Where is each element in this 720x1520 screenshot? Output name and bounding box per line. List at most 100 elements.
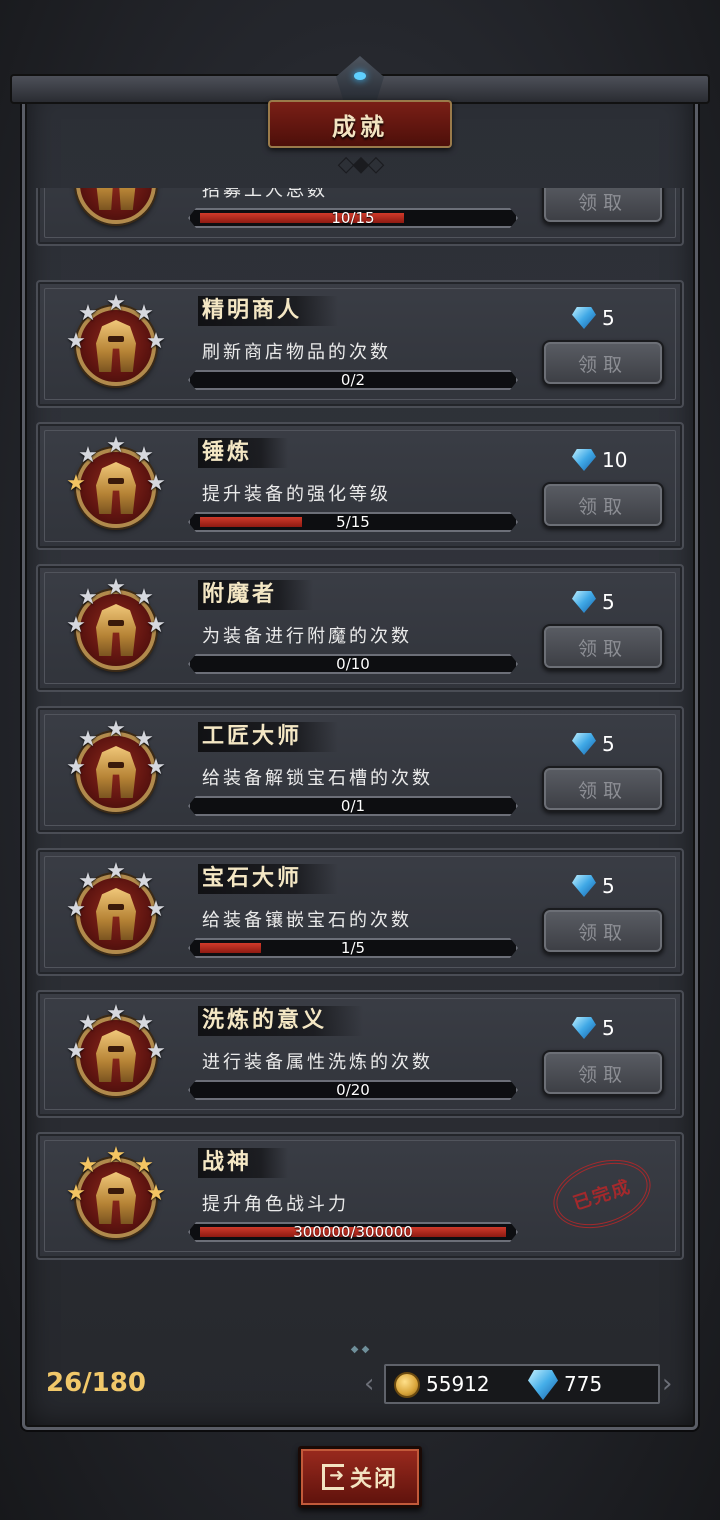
- helmet-badge-icon: ★ ★ ★ ★ ★: [66, 292, 166, 394]
- reward: 5: [572, 588, 615, 616]
- star-icon: ★: [66, 1039, 86, 1064]
- reward-value: 5: [602, 590, 615, 614]
- progress-text: 0/10: [336, 655, 370, 673]
- achievement-desc: 进行装备属性洗炼的次数: [202, 1052, 433, 1073]
- reward: 5: [572, 304, 615, 332]
- star-icon: ★: [78, 585, 98, 610]
- achievement-desc: 刷新商店物品的次数: [202, 342, 391, 363]
- progress-bar: 0/10: [188, 654, 518, 674]
- helmet-badge-icon: ★ ★ ★ ★ ★: [66, 860, 166, 962]
- achievement-desc: 为装备进行附魔的次数: [202, 626, 412, 647]
- helmet-visor: [108, 336, 124, 342]
- progress-bar: 0/20: [188, 1080, 518, 1100]
- star-icon: ★: [134, 301, 154, 326]
- progress-text: 0/2: [340, 371, 366, 389]
- achievement-card: ★ ★ ★ ★ ★ 招募工人总数 10/15 领取: [36, 188, 684, 246]
- achievement-card: ★ ★ ★ ★ ★ 宝石大师 给装备镶嵌宝石的次数 1/5 5 领取: [36, 848, 684, 976]
- helmet-visor: [108, 1188, 124, 1194]
- claim-button[interactable]: 领取: [542, 340, 664, 386]
- star-icon: ★: [106, 291, 126, 316]
- progress-bar: 0/1: [188, 796, 518, 816]
- footer-bar: 26/180 ‹ 55912 775 ›: [34, 1356, 686, 1416]
- close-label: 关闭: [349, 1467, 398, 1492]
- helmet-badge-icon: ★ ★ ★ ★ ★: [66, 188, 166, 232]
- reward: 5: [572, 872, 615, 900]
- knot-ornament: ◇◆◇: [337, 152, 385, 177]
- star-icon: ★: [106, 433, 126, 458]
- coin-icon: [394, 1372, 420, 1398]
- helmet-badge-icon: ★ ★ ★ ★ ★: [66, 1002, 166, 1104]
- scroll-indicator: ◆ ◆: [350, 1344, 370, 1355]
- gem-icon: [572, 591, 596, 613]
- star-icon: ★: [144, 188, 168, 192]
- close-button[interactable]: 关闭: [298, 1446, 422, 1508]
- star-icon: ★: [66, 755, 86, 780]
- achievement-title: 战神: [198, 1148, 289, 1178]
- star-icon: ★: [134, 585, 154, 610]
- helmet-badge-icon: ★ ★ ★ ★ ★: [66, 718, 166, 820]
- star-icon: ★: [106, 1143, 126, 1168]
- achievement-desc: 给装备镶嵌宝石的次数: [202, 910, 412, 931]
- star-icon: ★: [146, 897, 166, 922]
- progress-text: 0/1: [340, 797, 366, 815]
- achievement-desc: 给装备解锁宝石槽的次数: [202, 768, 433, 789]
- helmet-badge-icon: ★ ★ ★ ★ ★: [66, 576, 166, 678]
- claim-button[interactable]: 领取: [542, 908, 664, 954]
- gem-count: 775: [564, 1372, 603, 1396]
- page-title: 成就: [332, 112, 388, 141]
- progress-text: 1/5: [340, 939, 366, 957]
- exit-icon: [321, 1464, 346, 1490]
- star-icon: ★: [146, 471, 166, 496]
- achievement-card: ★ ★ ★ ★ ★ 锤炼 提升装备的强化等级 5/15 10 领取: [36, 422, 684, 550]
- claim-button[interactable]: 领取: [542, 624, 664, 670]
- star-icon: ★: [106, 575, 126, 600]
- achievement-desc: 招募工人总数: [202, 188, 328, 201]
- reward: 5: [572, 730, 615, 758]
- achievement-desc: 提升角色战斗力: [202, 1194, 349, 1215]
- reward-value: 5: [602, 1016, 615, 1040]
- crest-eye-icon: [354, 72, 366, 80]
- star-icon: ★: [106, 1001, 126, 1026]
- star-icon: ★: [78, 443, 98, 468]
- progress-bar: 5/15: [188, 512, 518, 532]
- achievement-card-completed: ★ ★ ★ ★ ★ 战神 提升角色战斗力 300000/300000 已完成: [36, 1132, 684, 1260]
- star-icon: ★: [134, 727, 154, 752]
- helmet-visor: [108, 1046, 124, 1052]
- reward: 5: [572, 1014, 615, 1042]
- badge-ring: [76, 188, 156, 224]
- star-icon: ★: [78, 869, 98, 894]
- arrow-left-icon[interactable]: ‹: [364, 1368, 382, 1400]
- claim-button[interactable]: 领取: [542, 1050, 664, 1096]
- achievement-title: 工匠大师: [198, 722, 339, 752]
- star-icon: ★: [66, 1181, 86, 1206]
- star-icon: ★: [106, 859, 126, 884]
- progress-text: 5/15: [336, 513, 370, 531]
- reward-value: 5: [602, 306, 615, 330]
- star-icon: ★: [134, 443, 154, 468]
- achievement-title: 洗炼的意义: [198, 1006, 364, 1036]
- helmet-visor: [108, 904, 124, 910]
- star-icon: ★: [146, 755, 166, 780]
- gem-icon: [572, 1017, 596, 1039]
- star-icon: ★: [146, 613, 166, 638]
- claim-button[interactable]: 领取: [542, 188, 664, 224]
- achievement-card: ★ ★ ★ ★ ★ 洗炼的意义 进行装备属性洗炼的次数 0/20 5 领取: [36, 990, 684, 1118]
- star-icon: ★: [64, 188, 88, 192]
- gem-icon: [528, 1370, 558, 1400]
- progress-bar: 10/15: [188, 208, 518, 228]
- achievement-list[interactable]: ★ ★ ★ ★ ★ 招募工人总数 10/15 领取 ★ ★ ★ ★ ★ 精明商人…: [36, 188, 684, 1338]
- helmet-visor: [108, 762, 124, 768]
- progress-text: 300000/300000: [293, 1223, 413, 1241]
- star-icon: ★: [134, 1153, 154, 1178]
- gem-icon: [572, 875, 596, 897]
- arrow-right-icon[interactable]: ›: [662, 1368, 680, 1400]
- claim-button[interactable]: 领取: [542, 482, 664, 528]
- star-icon: ★: [146, 1039, 166, 1064]
- achievement-title: 宝石大师: [198, 864, 339, 894]
- progress-bar: 300000/300000: [188, 1222, 518, 1242]
- achievement-card: ★ ★ ★ ★ ★ 附魔者 为装备进行附魔的次数 0/10 5 领取: [36, 564, 684, 692]
- reward-value: 5: [602, 874, 615, 898]
- star-icon: ★: [134, 1011, 154, 1036]
- claim-button[interactable]: 领取: [542, 766, 664, 812]
- star-icon: ★: [146, 329, 166, 354]
